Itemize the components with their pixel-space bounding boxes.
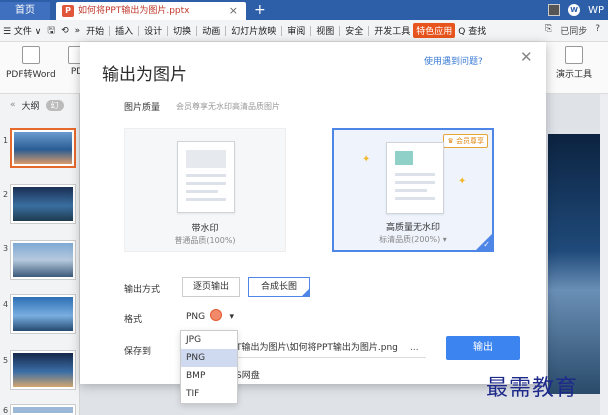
menu-start[interactable]: 开始 (83, 24, 107, 37)
tab-outline[interactable]: 大纲 (22, 99, 40, 112)
menu-developer[interactable]: 开发工具 (371, 24, 413, 37)
presentation-tools-label: 演示工具 (556, 70, 593, 80)
quality-hint: 会员尊享无水印高清品质图片 (176, 102, 280, 111)
menu-design[interactable]: 设计 (141, 24, 165, 37)
vertical-scrollbar[interactable] (600, 94, 608, 415)
slide-number: 2 (3, 190, 9, 199)
slide-thumb-6[interactable] (10, 404, 76, 415)
more-icon[interactable]: » (72, 26, 84, 36)
slide-number: 6 (3, 406, 9, 415)
ppt-icon: P (62, 5, 74, 17)
pdf-icon (21, 46, 40, 64)
tab-slides[interactable]: 幻 (45, 99, 64, 111)
menu-animation[interactable]: 动画 (199, 24, 223, 37)
long-image-label: 合成长图 (260, 282, 297, 292)
slide-sidebar: « 大纲 幻 1 2 3 4 5 6 (0, 94, 80, 415)
search-button[interactable]: Q 查找 (455, 24, 489, 37)
slide-thumb-1[interactable] (10, 128, 76, 168)
menu-view[interactable]: 视图 (313, 24, 337, 37)
slide-thumb-2[interactable] (10, 184, 76, 224)
format-option-jpg[interactable]: JPG (181, 331, 237, 349)
quality-label: 图片质量 (124, 103, 161, 113)
watermark-quality: 普通品质(100%) (174, 236, 236, 245)
pdf-to-word-label: PDF转Word (6, 70, 56, 80)
wps-label: WP (588, 4, 604, 16)
menu-security[interactable]: 安全 (342, 24, 366, 37)
menu-file[interactable]: ☰ 文件 ∨ (0, 24, 44, 37)
mouse-pointer-icon (210, 309, 222, 321)
browse-button[interactable]: ... (410, 338, 419, 358)
tab-document-title: 如何将PPT输出为图片.pptx (78, 6, 190, 16)
export-button[interactable]: 输出 (446, 336, 520, 360)
cloud-drive-option[interactable]: S网盘 (236, 368, 260, 381)
help-link[interactable]: 使用遇到问题? (424, 54, 483, 67)
per-page-button[interactable]: 逐页输出 (182, 277, 240, 297)
pdf-to-word-button[interactable]: PDF转Word (6, 46, 56, 80)
sparkle-icon: ✦ (458, 176, 467, 187)
slide-number: 4 (3, 300, 9, 309)
hq-caption: 高质量无水印 (385, 223, 440, 233)
menu-transition[interactable]: 切换 (170, 24, 194, 37)
slide-number: 3 (3, 244, 9, 253)
title-bar: 首页 P 如何将PPT输出为图片.pptx × + W WP (0, 0, 608, 20)
collapse-icon[interactable]: « (10, 100, 16, 110)
wps-logo-icon: W (568, 4, 581, 16)
menu-bar: ☰ 文件 ∨ 🖫 ⟲ » 开始 插入 设计 切换 动画 幻灯片放映 审阅 视图 … (0, 20, 608, 42)
save-path-field[interactable]: T输出为图片\如何将PPT输出为图片.png (236, 338, 426, 358)
watermark-text: 最需教育 (486, 376, 579, 401)
presentation-tools-button[interactable]: 演示工具 (556, 46, 592, 80)
format-option-png[interactable]: PNG (181, 349, 237, 367)
slide-thumb-3[interactable] (10, 240, 76, 280)
save-icon[interactable]: 🖫 (44, 23, 58, 39)
long-image-button[interactable]: 合成长图 (248, 277, 310, 297)
tab-home[interactable]: 首页 (0, 2, 50, 20)
dialog-title: 输出为图片 (102, 65, 187, 85)
menu-insert[interactable]: 插入 (112, 24, 136, 37)
undo-icon[interactable]: ⟲ (58, 26, 72, 36)
new-tab-icon[interactable]: + (254, 0, 266, 20)
slide-number: 1 (3, 136, 9, 145)
chevron-down-icon: ▾ (229, 312, 234, 322)
hq-quality-dropdown[interactable]: 标清品质(200%) ▾ (334, 234, 492, 245)
selected-corner (302, 289, 309, 296)
sync-status[interactable]: 已同步 (560, 24, 587, 37)
document-preview-icon (386, 142, 444, 214)
tab-document[interactable]: P 如何将PPT输出为图片.pptx × (56, 2, 246, 20)
quality-option-hq[interactable]: ♛ 会员尊享 ✦ ✦ 高质量无水印 标清品质(200%) ▾ ✓ (332, 128, 494, 252)
menu-slideshow[interactable]: 幻灯片放映 (228, 24, 279, 37)
tab-close-icon[interactable]: × (229, 2, 238, 20)
watermark-caption: 带水印 (191, 224, 219, 234)
close-icon[interactable]: ✕ (520, 48, 533, 66)
format-option-tif[interactable]: TIF (181, 385, 237, 403)
menu-special-apps[interactable]: 特色应用 (413, 23, 456, 38)
export-image-dialog: 输出为图片 使用遇到问题? ✕ 图片质量 会员尊享无水印高清品质图片 带水印 普… (80, 42, 546, 404)
document-preview-icon (177, 141, 235, 213)
slide-number: 5 (3, 356, 9, 365)
format-value: PNG (186, 312, 206, 322)
current-slide-preview[interactable] (548, 134, 608, 394)
sidebar-header: « 大纲 幻 (0, 94, 79, 116)
slide-thumb-5[interactable] (10, 350, 76, 390)
check-icon: ✓ (483, 240, 490, 249)
save-to-label: 保存到 (124, 347, 152, 357)
sparkle-icon: ✦ (362, 154, 371, 165)
format-option-bmp[interactable]: BMP (181, 367, 237, 385)
window-layout-icon[interactable] (548, 4, 561, 16)
help-icon[interactable]: ? (595, 24, 600, 37)
format-dropdown: JPG PNG BMP TIF (180, 330, 238, 404)
titlebar-right: W WP (548, 0, 608, 20)
share-icon[interactable]: ⎘ (545, 24, 552, 37)
format-label: 格式 (124, 315, 143, 325)
menu-review[interactable]: 审阅 (284, 24, 308, 37)
quality-option-watermark[interactable]: 带水印 普通品质(100%) (124, 128, 286, 252)
menubar-right: ⎘ 已同步 ? (545, 24, 608, 37)
vip-badge: ♛ 会员尊享 (443, 134, 488, 148)
output-mode-label: 输出方式 (124, 285, 161, 295)
presentation-tools-icon (565, 46, 583, 64)
slide-thumb-4[interactable] (10, 294, 76, 334)
